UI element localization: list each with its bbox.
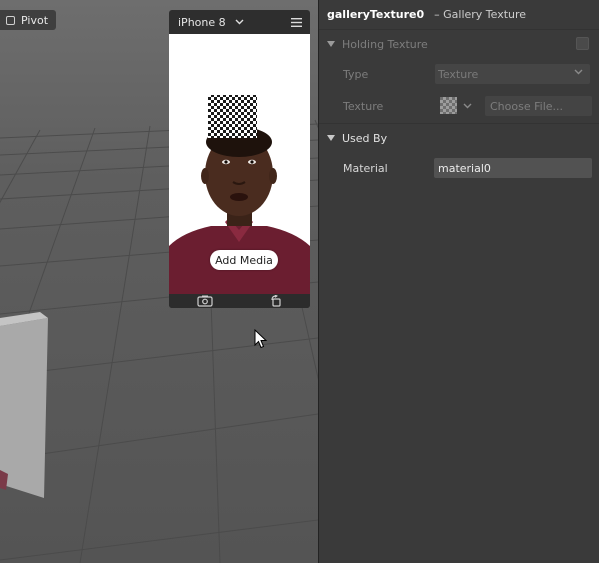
type-row: Type Texture: [319, 61, 599, 87]
collapse-triangle-icon: [327, 41, 335, 47]
material-row: Material material0: [319, 155, 599, 181]
pivot-toggle-button[interactable]: Pivot: [0, 10, 57, 30]
type-value: Texture: [438, 67, 479, 81]
mouse-cursor-icon: [254, 329, 268, 349]
texture-picker[interactable]: [440, 97, 472, 114]
type-dropdown[interactable]: Texture: [435, 64, 590, 84]
material-value: material0: [438, 161, 491, 175]
type-label: Type: [343, 67, 369, 81]
menu-icon[interactable]: [291, 17, 302, 27]
holding-texture-section[interactable]: Holding Texture: [319, 31, 599, 57]
chevron-down-icon: [574, 69, 583, 75]
used-by-label: Used By: [342, 131, 388, 145]
material-field[interactable]: material0: [434, 158, 592, 178]
used-by-section[interactable]: Used By: [319, 125, 599, 151]
material-label: Material: [343, 161, 388, 175]
device-selector[interactable]: iPhone 8: [178, 16, 244, 29]
texture-thumbnail: [440, 97, 457, 114]
collapse-triangle-icon: [327, 135, 335, 141]
holding-texture-checkbox[interactable]: [576, 37, 589, 50]
pivot-checkbox-icon: [6, 15, 15, 25]
device-name: iPhone 8: [178, 15, 226, 29]
scene-viewport[interactable]: Pivot iPhone 8 Add Media: [0, 0, 318, 563]
simulator-header: iPhone 8: [169, 10, 310, 34]
simulator-screen: Add Media: [169, 34, 310, 294]
simulator-toolbar: [169, 294, 310, 308]
section-divider: [319, 123, 599, 124]
chevron-down-icon: [463, 103, 472, 108]
choose-file-button[interactable]: Choose File...: [485, 96, 592, 116]
texture-row: Texture Choose File...: [319, 93, 599, 119]
choose-file-label: Choose File...: [490, 99, 564, 113]
object-name: galleryTexture0: [327, 8, 425, 21]
add-media-button[interactable]: Add Media: [210, 250, 278, 270]
pivot-label: Pivot: [21, 13, 49, 27]
switch-camera-icon[interactable]: [197, 295, 213, 307]
inspector-header: galleryTexture0 – Gallery Texture: [319, 0, 599, 30]
chevron-down-icon: [235, 19, 244, 25]
simulator-window: iPhone 8 Add Media: [169, 10, 310, 308]
rotate-device-icon[interactable]: [270, 295, 282, 307]
object-type: – Gallery Texture: [434, 8, 527, 21]
inspector-panel: galleryTexture0 – Gallery Texture Holdin…: [319, 0, 599, 563]
holding-texture-label: Holding Texture: [342, 37, 428, 51]
texture-label: Texture: [343, 99, 384, 113]
